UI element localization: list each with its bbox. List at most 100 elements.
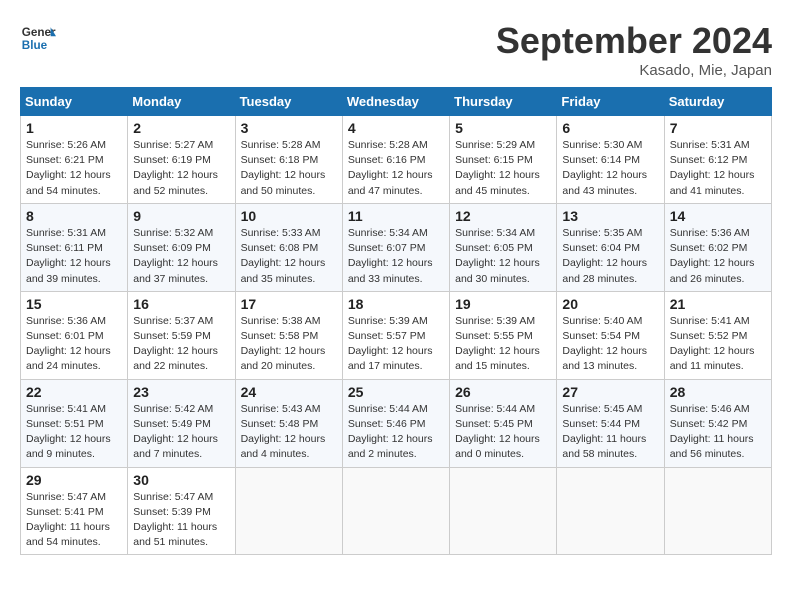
day-number: 20 [562, 296, 658, 312]
calendar-cell: 8 Sunrise: 5:31 AMSunset: 6:11 PMDayligh… [21, 203, 128, 291]
day-number: 16 [133, 296, 229, 312]
calendar-week-3: 15 Sunrise: 5:36 AMSunset: 6:01 PMDaylig… [21, 291, 772, 379]
day-number: 24 [241, 384, 337, 400]
calendar-cell: 23 Sunrise: 5:42 AMSunset: 5:49 PMDaylig… [128, 379, 235, 467]
calendar-cell [450, 467, 557, 555]
calendar-cell: 21 Sunrise: 5:41 AMSunset: 5:52 PMDaylig… [664, 291, 771, 379]
day-info: Sunrise: 5:47 AMSunset: 5:41 PMDaylight:… [26, 490, 122, 551]
weekday-header-friday: Friday [557, 88, 664, 116]
day-info: Sunrise: 5:41 AMSunset: 5:51 PMDaylight:… [26, 402, 122, 463]
month-title: September 2024 [496, 20, 772, 62]
weekday-header-saturday: Saturday [664, 88, 771, 116]
location: Kasado, Mie, Japan [496, 62, 772, 79]
calendar-cell: 13 Sunrise: 5:35 AMSunset: 6:04 PMDaylig… [557, 203, 664, 291]
calendar-cell: 28 Sunrise: 5:46 AMSunset: 5:42 PMDaylig… [664, 379, 771, 467]
day-info: Sunrise: 5:34 AMSunset: 6:07 PMDaylight:… [348, 226, 444, 287]
day-number: 21 [670, 296, 766, 312]
day-info: Sunrise: 5:44 AMSunset: 5:46 PMDaylight:… [348, 402, 444, 463]
day-info: Sunrise: 5:28 AMSunset: 6:18 PMDaylight:… [241, 138, 337, 199]
day-number: 25 [348, 384, 444, 400]
calendar-cell: 24 Sunrise: 5:43 AMSunset: 5:48 PMDaylig… [235, 379, 342, 467]
calendar-cell [557, 467, 664, 555]
calendar-cell [342, 467, 449, 555]
day-info: Sunrise: 5:41 AMSunset: 5:52 PMDaylight:… [670, 314, 766, 375]
weekday-header-tuesday: Tuesday [235, 88, 342, 116]
day-number: 1 [26, 120, 122, 136]
calendar-cell: 16 Sunrise: 5:37 AMSunset: 5:59 PMDaylig… [128, 291, 235, 379]
calendar-cell: 4 Sunrise: 5:28 AMSunset: 6:16 PMDayligh… [342, 116, 449, 204]
calendar-cell: 1 Sunrise: 5:26 AMSunset: 6:21 PMDayligh… [21, 116, 128, 204]
calendar-cell: 2 Sunrise: 5:27 AMSunset: 6:19 PMDayligh… [128, 116, 235, 204]
day-number: 18 [348, 296, 444, 312]
day-info: Sunrise: 5:43 AMSunset: 5:48 PMDaylight:… [241, 402, 337, 463]
calendar-cell: 10 Sunrise: 5:33 AMSunset: 6:08 PMDaylig… [235, 203, 342, 291]
day-info: Sunrise: 5:32 AMSunset: 6:09 PMDaylight:… [133, 226, 229, 287]
calendar-cell: 14 Sunrise: 5:36 AMSunset: 6:02 PMDaylig… [664, 203, 771, 291]
day-number: 8 [26, 208, 122, 224]
day-number: 9 [133, 208, 229, 224]
calendar-cell: 17 Sunrise: 5:38 AMSunset: 5:58 PMDaylig… [235, 291, 342, 379]
day-info: Sunrise: 5:45 AMSunset: 5:44 PMDaylight:… [562, 402, 658, 463]
day-info: Sunrise: 5:36 AMSunset: 6:01 PMDaylight:… [26, 314, 122, 375]
day-number: 2 [133, 120, 229, 136]
calendar-week-5: 29 Sunrise: 5:47 AMSunset: 5:41 PMDaylig… [21, 467, 772, 555]
calendar-cell: 3 Sunrise: 5:28 AMSunset: 6:18 PMDayligh… [235, 116, 342, 204]
calendar-cell: 11 Sunrise: 5:34 AMSunset: 6:07 PMDaylig… [342, 203, 449, 291]
title-block: September 2024 Kasado, Mie, Japan [496, 20, 772, 79]
day-number: 15 [26, 296, 122, 312]
day-info: Sunrise: 5:38 AMSunset: 5:58 PMDaylight:… [241, 314, 337, 375]
calendar-cell: 5 Sunrise: 5:29 AMSunset: 6:15 PMDayligh… [450, 116, 557, 204]
day-number: 17 [241, 296, 337, 312]
calendar-cell: 6 Sunrise: 5:30 AMSunset: 6:14 PMDayligh… [557, 116, 664, 204]
day-number: 26 [455, 384, 551, 400]
day-info: Sunrise: 5:36 AMSunset: 6:02 PMDaylight:… [670, 226, 766, 287]
calendar-week-2: 8 Sunrise: 5:31 AMSunset: 6:11 PMDayligh… [21, 203, 772, 291]
day-info: Sunrise: 5:39 AMSunset: 5:55 PMDaylight:… [455, 314, 551, 375]
calendar-week-1: 1 Sunrise: 5:26 AMSunset: 6:21 PMDayligh… [21, 116, 772, 204]
day-info: Sunrise: 5:27 AMSunset: 6:19 PMDaylight:… [133, 138, 229, 199]
day-number: 27 [562, 384, 658, 400]
calendar-cell: 19 Sunrise: 5:39 AMSunset: 5:55 PMDaylig… [450, 291, 557, 379]
day-number: 23 [133, 384, 229, 400]
day-info: Sunrise: 5:39 AMSunset: 5:57 PMDaylight:… [348, 314, 444, 375]
weekday-header-sunday: Sunday [21, 88, 128, 116]
day-number: 6 [562, 120, 658, 136]
day-info: Sunrise: 5:31 AMSunset: 6:12 PMDaylight:… [670, 138, 766, 199]
day-info: Sunrise: 5:42 AMSunset: 5:49 PMDaylight:… [133, 402, 229, 463]
calendar-week-4: 22 Sunrise: 5:41 AMSunset: 5:51 PMDaylig… [21, 379, 772, 467]
day-number: 13 [562, 208, 658, 224]
day-number: 3 [241, 120, 337, 136]
calendar-cell: 22 Sunrise: 5:41 AMSunset: 5:51 PMDaylig… [21, 379, 128, 467]
calendar-cell: 25 Sunrise: 5:44 AMSunset: 5:46 PMDaylig… [342, 379, 449, 467]
day-number: 7 [670, 120, 766, 136]
day-info: Sunrise: 5:34 AMSunset: 6:05 PMDaylight:… [455, 226, 551, 287]
day-info: Sunrise: 5:31 AMSunset: 6:11 PMDaylight:… [26, 226, 122, 287]
calendar-cell: 12 Sunrise: 5:34 AMSunset: 6:05 PMDaylig… [450, 203, 557, 291]
day-number: 12 [455, 208, 551, 224]
logo: General Blue [20, 20, 56, 56]
day-info: Sunrise: 5:37 AMSunset: 5:59 PMDaylight:… [133, 314, 229, 375]
page-header: General Blue September 2024 Kasado, Mie,… [20, 20, 772, 79]
day-number: 22 [26, 384, 122, 400]
svg-text:Blue: Blue [22, 39, 48, 52]
day-info: Sunrise: 5:29 AMSunset: 6:15 PMDaylight:… [455, 138, 551, 199]
day-info: Sunrise: 5:26 AMSunset: 6:21 PMDaylight:… [26, 138, 122, 199]
day-info: Sunrise: 5:44 AMSunset: 5:45 PMDaylight:… [455, 402, 551, 463]
day-number: 4 [348, 120, 444, 136]
day-number: 28 [670, 384, 766, 400]
day-info: Sunrise: 5:40 AMSunset: 5:54 PMDaylight:… [562, 314, 658, 375]
day-info: Sunrise: 5:28 AMSunset: 6:16 PMDaylight:… [348, 138, 444, 199]
calendar-cell: 9 Sunrise: 5:32 AMSunset: 6:09 PMDayligh… [128, 203, 235, 291]
day-number: 11 [348, 208, 444, 224]
calendar-cell: 20 Sunrise: 5:40 AMSunset: 5:54 PMDaylig… [557, 291, 664, 379]
calendar-cell [664, 467, 771, 555]
calendar-cell: 18 Sunrise: 5:39 AMSunset: 5:57 PMDaylig… [342, 291, 449, 379]
calendar-cell: 15 Sunrise: 5:36 AMSunset: 6:01 PMDaylig… [21, 291, 128, 379]
calendar-cell: 27 Sunrise: 5:45 AMSunset: 5:44 PMDaylig… [557, 379, 664, 467]
calendar-cell: 30 Sunrise: 5:47 AMSunset: 5:39 PMDaylig… [128, 467, 235, 555]
calendar-header: SundayMondayTuesdayWednesdayThursdayFrid… [21, 88, 772, 116]
day-info: Sunrise: 5:33 AMSunset: 6:08 PMDaylight:… [241, 226, 337, 287]
day-info: Sunrise: 5:47 AMSunset: 5:39 PMDaylight:… [133, 490, 229, 551]
day-info: Sunrise: 5:46 AMSunset: 5:42 PMDaylight:… [670, 402, 766, 463]
weekday-header-monday: Monday [128, 88, 235, 116]
